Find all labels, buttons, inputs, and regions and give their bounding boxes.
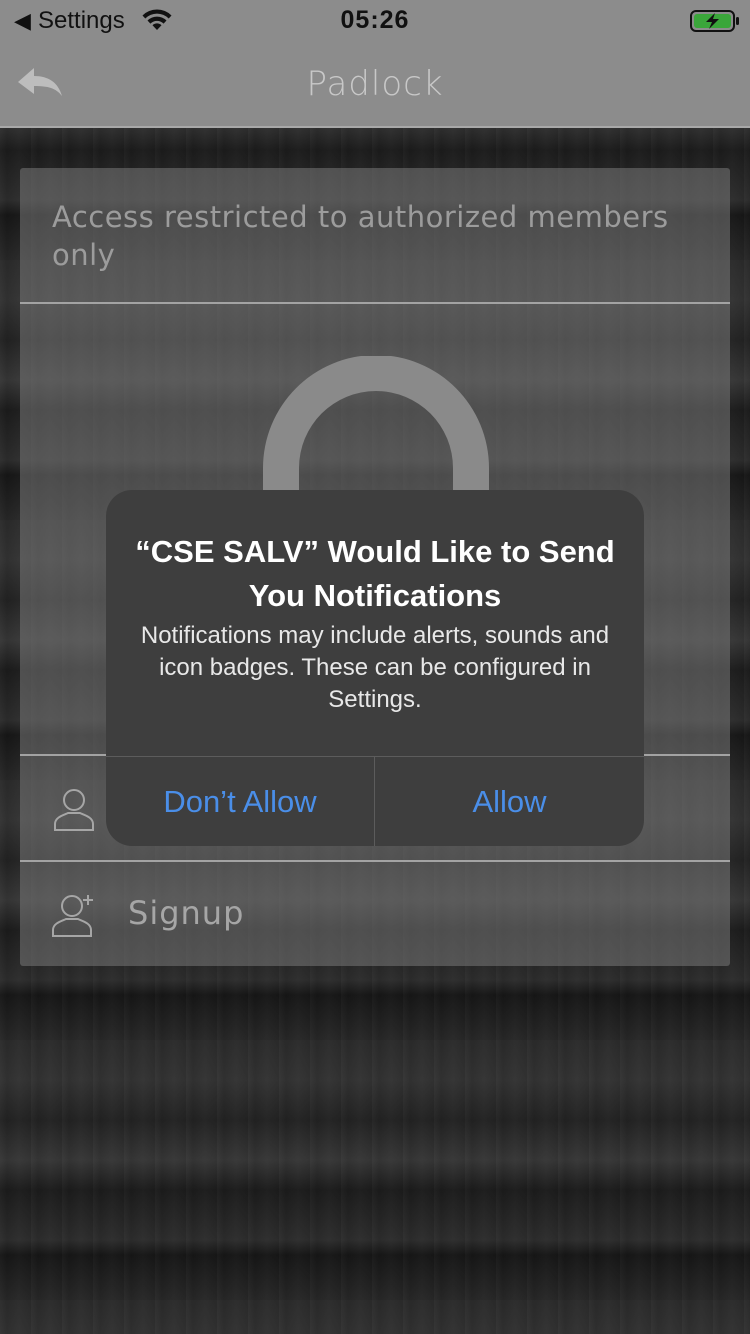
notification-permission-alert: “CSE SALV” Would Like to Send You Notifi… <box>106 490 644 846</box>
clock: 05:26 <box>340 6 410 34</box>
navigation-bar: Padlock <box>0 42 750 128</box>
dont-allow-button[interactable]: Don’t Allow <box>106 757 374 846</box>
alert-message: Notifications may include alerts, sounds… <box>140 622 610 713</box>
status-bar: ◀ Settings 05:26 <box>0 0 750 42</box>
user-icon <box>54 789 94 831</box>
signup-row[interactable]: Signup <box>20 860 730 966</box>
signup-label: Signup <box>128 894 245 932</box>
add-user-icon <box>52 895 93 937</box>
restriction-notice: Access restricted to authorized members … <box>52 200 669 272</box>
card-header: Access restricted to authorized members … <box>20 168 730 304</box>
alert-title: “CSE SALV” Would Like to Send You Notifi… <box>135 534 615 613</box>
page-title: Padlock <box>306 64 444 104</box>
battery-charging-icon <box>690 10 739 32</box>
allow-button[interactable]: Allow <box>375 757 644 846</box>
